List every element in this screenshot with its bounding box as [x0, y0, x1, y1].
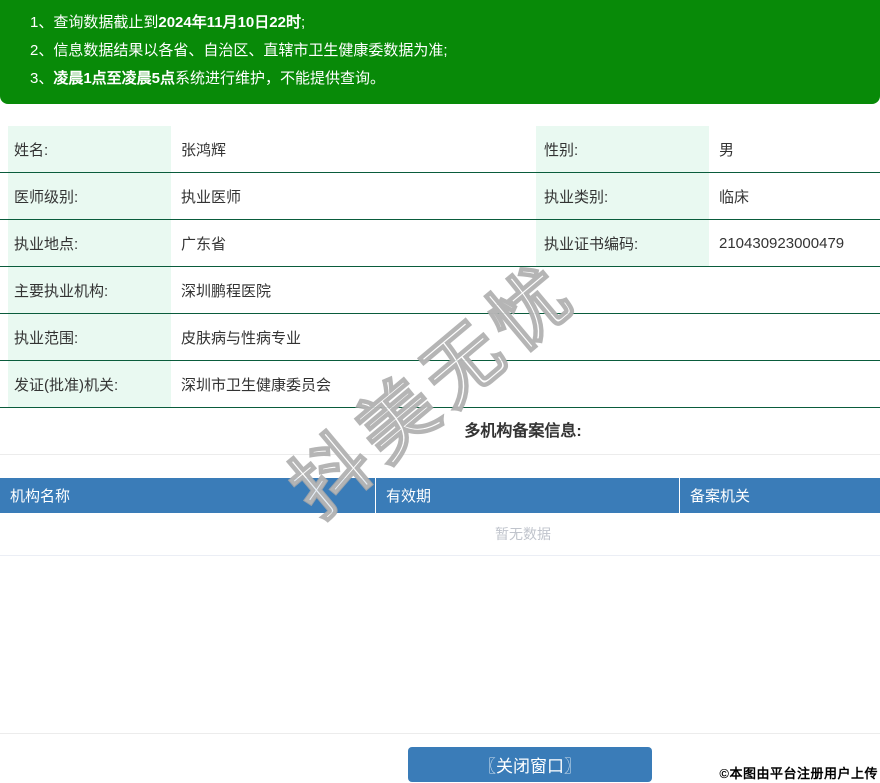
- close-window-button[interactable]: 〖关闭窗口〗: [408, 747, 652, 782]
- multi-org-section-title: 多机构备案信息:: [464, 423, 582, 440]
- notice-text: ;: [300, 14, 306, 31]
- info-label-main-institution: 主要执业机构:: [8, 267, 171, 313]
- info-label-doctor-level: 医师级别:: [8, 173, 171, 219]
- info-value-name: 张鸿辉: [181, 141, 227, 159]
- notice-text: 查询数据截止到: [53, 14, 159, 31]
- info-label-certificate-number: 执业证书编码:: [536, 220, 709, 266]
- notice-text-bold: 2024年11月10日22时: [158, 14, 301, 31]
- notice-number: 3、: [30, 70, 54, 87]
- notice-text-bold: 凌晨1点至凌晨5点: [53, 70, 176, 87]
- info-value-gender: 男: [719, 141, 735, 159]
- footer-divider: [0, 733, 880, 734]
- column-header-filing-authority: 备案机关: [679, 478, 880, 513]
- info-label-name: 姓名:: [8, 126, 171, 172]
- column-header-institution-name: 机构名称: [10, 488, 71, 505]
- column-header-validity-period: 有效期: [375, 478, 679, 513]
- filing-table-header: 机构名称 有效期 备案机关: [0, 478, 880, 513]
- notice-line-3: 3、凌晨1点至凌晨5点系统进行维护，不能提供查询。: [30, 65, 870, 93]
- section-divider: [0, 454, 880, 455]
- notice-line-1: 1、查询数据截止到2024年11月10日22时;: [30, 9, 870, 37]
- table-row: 执业地点: 广东省 执业证书编码: 210430923000479: [0, 220, 880, 267]
- info-label-practice-scope: 执业范围:: [8, 314, 171, 360]
- info-value-issuing-authority: 深圳市卫生健康委员会: [181, 376, 332, 394]
- info-value-certificate-number: 210430923000479: [719, 234, 845, 252]
- empty-data-message: 暂无数据: [0, 513, 880, 556]
- info-value-doctor-level: 执业医师: [181, 188, 242, 206]
- info-label-gender: 性别:: [536, 126, 709, 172]
- notice-line-2: 2、信息数据结果以各省、自治区、直辖市卫生健康委数据为准;: [30, 37, 870, 65]
- filing-table: 机构名称 有效期 备案机关 暂无数据: [0, 478, 880, 556]
- notice-number: 2、: [30, 42, 54, 59]
- practitioner-info-table: 姓名: 张鸿辉 性别: 男 医师级别: 执业医师 执业类别: 临床 执业地点: …: [0, 126, 880, 408]
- table-row: 执业范围: 皮肤病与性病专业: [0, 314, 880, 361]
- notice-text: 信息数据结果以各省、自治区、直辖市卫生健康委数据为准;: [53, 42, 448, 59]
- notice-banner: 1、查询数据截止到2024年11月10日22时; 2、信息数据结果以各省、自治区…: [0, 0, 880, 104]
- table-row: 主要执业机构: 深圳鹏程医院: [0, 267, 880, 314]
- info-label-issuing-authority: 发证(批准)机关:: [8, 361, 171, 407]
- copyright-note: ©本图由平台注册用户上传: [719, 766, 878, 781]
- notice-number: 1、: [30, 14, 54, 31]
- info-value-main-institution: 深圳鹏程医院: [181, 282, 272, 300]
- table-row: 发证(批准)机关: 深圳市卫生健康委员会: [0, 361, 880, 408]
- info-label-practice-category: 执业类别:: [536, 173, 709, 219]
- info-value-practice-category: 临床: [719, 188, 750, 206]
- table-row: 医师级别: 执业医师 执业类别: 临床: [0, 173, 880, 220]
- notice-text: 系统进行维护，不能提供查询。: [175, 70, 386, 87]
- info-label-practice-location: 执业地点:: [8, 220, 171, 266]
- info-value-practice-scope: 皮肤病与性病专业: [181, 329, 302, 347]
- table-row: 姓名: 张鸿辉 性别: 男: [0, 126, 880, 173]
- info-value-practice-location: 广东省: [181, 235, 227, 253]
